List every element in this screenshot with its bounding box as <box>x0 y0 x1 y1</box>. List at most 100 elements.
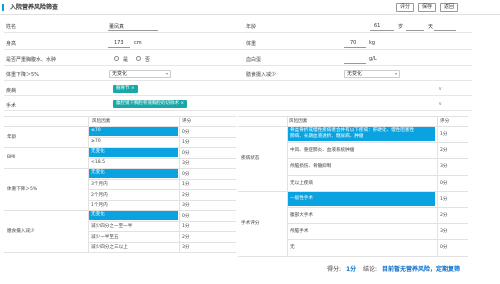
albumin-label: 血白蛋 <box>246 57 262 63</box>
column-divider <box>287 116 288 256</box>
risk-factor-option[interactable]: 无 <box>290 244 295 250</box>
disease-tag[interactable]: 髋骨节 × <box>113 85 138 93</box>
risk-factor-option[interactable]: 减少四分之三以上 <box>91 244 128 250</box>
weight-label: 体重 <box>246 41 257 47</box>
row-divider <box>287 142 468 144</box>
risk-factor-option[interactable]: 减少四分之一至一半 <box>91 223 132 229</box>
edema-no-label: 否 <box>145 57 151 63</box>
option-score: 1分 <box>440 132 448 137</box>
age-label: 年龄 <box>246 24 257 30</box>
risk-factor-option-selected[interactable]: 无变化 <box>88 148 178 157</box>
page-header: 入院营养风险筛查 评分 保存 返回 <box>0 0 500 15</box>
risk-factor-option-selected[interactable]: ≤70 <box>88 127 178 136</box>
option-score: 2分 <box>182 234 190 240</box>
age-day-unit: 天 <box>428 24 434 30</box>
chevron-down-icon: ▾ <box>165 71 168 76</box>
risk-factor-option[interactable]: 2个月内 <box>91 192 108 198</box>
risk-factor-option[interactable]: 减少一半至五 <box>91 234 119 240</box>
weight-unit: kg <box>369 40 376 46</box>
group-label: 疾病状态 <box>241 156 260 162</box>
row-divider <box>4 252 236 253</box>
chevron-down-icon[interactable]: ∨ <box>438 86 442 92</box>
option-line: 一般性手术 <box>290 195 313 201</box>
risk-factor-option-selected[interactable]: 无变化 <box>88 169 178 178</box>
row-divider <box>88 231 236 232</box>
weight-loss-select[interactable]: 无变化 ▾ <box>109 70 171 78</box>
score-label: 得分: <box>327 266 342 273</box>
name-label: 姓名 <box>6 24 17 30</box>
albumin-input[interactable] <box>344 63 366 64</box>
option-score: 0分 <box>182 150 190 156</box>
edema-label: 是否严重胸腹水、水肿 <box>6 57 57 63</box>
risk-factor-option[interactable]: 腹部大手术 <box>290 212 313 218</box>
title-accent-bar <box>2 4 4 11</box>
risk-factor-option[interactable]: 中风、重症肺炎、血液系统肿瘤 <box>290 147 354 153</box>
form-row-disease: 疾病 髋骨节 × ∨ <box>4 83 472 96</box>
risk-factor-option[interactable]: 无以上疾病 <box>290 180 313 186</box>
intake-select[interactable]: 无变化 ▾ <box>344 70 400 78</box>
option-score: 0分 <box>182 129 190 135</box>
column-divider <box>437 116 438 256</box>
intake-label: 膳食摄入减少 <box>246 72 277 78</box>
form-row-surgery: 手术 腹腔镜下胸腔积液胸腔的切除术 × ∨ <box>4 98 472 111</box>
row-divider <box>88 178 236 180</box>
row-divider <box>287 158 468 160</box>
table-header-factor: 风险因素 <box>92 119 111 124</box>
table-divider <box>238 116 468 117</box>
table-header-factor: 风险因素 <box>289 119 308 124</box>
chevron-down-icon[interactable]: ∨ <box>438 101 442 107</box>
row-divider <box>287 174 468 176</box>
age-year-unit: 岁 <box>398 24 404 30</box>
risk-factor-option-selected[interactable]: 一般性手术 <box>287 191 435 206</box>
back-button[interactable]: 返回 <box>440 3 458 12</box>
row-divider <box>88 189 236 190</box>
surgery-label: 手术 <box>6 103 17 109</box>
row-divider <box>287 207 468 208</box>
score-value: 1分 <box>346 266 357 273</box>
row-divider <box>287 239 468 241</box>
conclusion-label: 结论: <box>363 266 378 273</box>
risk-factor-option[interactable]: 颅脑手术 <box>290 228 308 234</box>
risk-factor-option-selected[interactable]: 无变化 <box>88 211 178 220</box>
row-divider <box>88 136 236 138</box>
risk-factor-option[interactable]: ≥70 <box>91 139 101 144</box>
risk-factor-option[interactable]: 3个月内 <box>91 181 108 187</box>
name-value[interactable]: 董凤真 <box>109 23 124 30</box>
risk-factor-option[interactable]: 1个月内 <box>91 202 108 208</box>
option-score: 0分 <box>182 213 190 219</box>
option-score: 1分 <box>182 182 190 187</box>
height-value[interactable]: 173 <box>114 40 124 46</box>
chevron-down-icon: ▾ <box>394 71 397 76</box>
surgery-tag[interactable]: 腹腔镜下胸腔积液胸腔的切除术 × <box>113 100 188 108</box>
form-row-edema-albumin: 是否严重胸腹水、水肿 是 否 血白蛋 g/L <box>4 52 472 66</box>
edema-yes-label: 是 <box>123 57 129 63</box>
score-button[interactable]: 评分 <box>396 3 414 12</box>
table-header-score: 评分 <box>440 119 450 124</box>
risk-factor-option[interactable]: <18.5 <box>91 160 105 165</box>
option-score: 3分 <box>182 245 190 250</box>
risk-factor-option[interactable]: 颅脑损伤、骨髓抑制 <box>290 163 331 169</box>
save-button[interactable]: 保存 <box>418 3 436 12</box>
row-divider <box>88 220 236 222</box>
albumin-unit: g/L <box>369 56 377 62</box>
option-score: 1分 <box>440 196 448 202</box>
table-header-score: 评分 <box>182 119 192 124</box>
age-years-value[interactable]: 61 <box>374 23 380 29</box>
option-score: 3分 <box>182 161 190 166</box>
option-score: 2分 <box>182 192 190 198</box>
option-score: 2分 <box>440 213 448 218</box>
option-score: 1分 <box>182 140 190 145</box>
weight-value[interactable]: 70 <box>350 40 356 46</box>
column-divider <box>179 116 180 252</box>
option-score: 0分 <box>182 171 190 177</box>
conclusion-value: 目前暂无营养风险，定期复筛 <box>382 266 461 273</box>
edema-yes-radio[interactable] <box>114 56 119 61</box>
row-divider <box>287 223 468 225</box>
height-unit: cm <box>134 40 142 46</box>
risk-factor-option-selected[interactable]: 骨盆骨折或慢性疾病者合并有以下疾病：肝硬化、慢性阻塞性 肺病、长期血液透析、糖尿病… <box>287 127 435 142</box>
disease-label: 疾病 <box>6 88 17 94</box>
option-score: 0分 <box>440 245 448 251</box>
edema-no-radio[interactable] <box>136 56 141 61</box>
group-label: 手术评分 <box>241 221 260 227</box>
row-divider <box>88 241 236 243</box>
